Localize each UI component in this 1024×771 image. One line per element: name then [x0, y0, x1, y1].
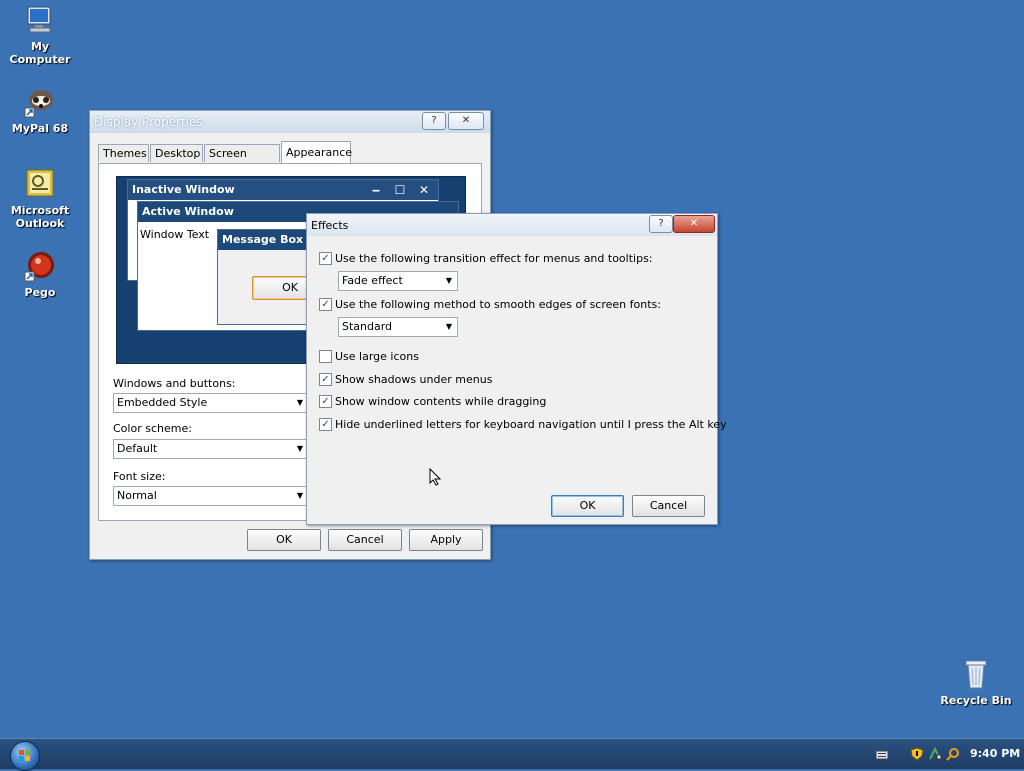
tab-desktop[interactable]: Desktop [150, 144, 203, 162]
font-size-select[interactable]: Normal ▼ [113, 486, 309, 506]
clock[interactable]: 9:40 PM [970, 747, 1020, 760]
effects-dialog[interactable]: Effects ? ✕ ✓ Use the following transiti… [306, 213, 727, 525]
color-scheme-select[interactable]: Default ▼ [113, 439, 309, 459]
security-shield-icon[interactable] [910, 747, 924, 761]
windows-buttons-select[interactable]: Embedded Style ▼ [113, 393, 309, 413]
display-apply-button[interactable]: Apply [409, 529, 483, 551]
desktop-icon-label: Recycle Bin [940, 694, 1012, 707]
font-size-value: Normal [117, 489, 157, 502]
menu-shadows-label: Show shadows under menus [335, 373, 493, 386]
computer-icon [24, 4, 56, 36]
large-icons-label: Use large icons [335, 350, 419, 363]
windows-buttons-value: Embedded Style [117, 396, 208, 409]
hide-underlines-label: Hide underlined letters for keyboard nav… [335, 418, 727, 431]
windows-logo-icon [19, 750, 30, 761]
chevron-down-icon: ▼ [445, 322, 453, 331]
checkbox-box[interactable]: ✓ [319, 418, 332, 431]
desktop-icon-pego[interactable]: Pego [0, 250, 80, 299]
display-ok-button[interactable]: OK [247, 529, 321, 551]
network-icon[interactable] [928, 747, 942, 761]
start-button[interactable] [10, 741, 40, 771]
color-scheme-label: Color scheme: [113, 422, 192, 435]
keyboard-icon[interactable] [876, 750, 888, 760]
preview-window-text: Window Text [140, 228, 210, 241]
close-icon: ✕ [418, 183, 430, 197]
checkbox-box[interactable]: ✓ [319, 373, 332, 386]
effects-cancel-button[interactable]: Cancel [632, 495, 705, 517]
checkbox-box[interactable]: ✓ [319, 252, 332, 265]
raccoon-browser-icon [24, 86, 56, 118]
help-button[interactable]: ? [649, 215, 673, 233]
maximize-icon: ☐ [394, 183, 406, 197]
preview-message-title: Message Box [222, 233, 304, 246]
preview-inactive-title: Inactive Window [132, 183, 235, 196]
font-size-label: Font size: [113, 470, 166, 483]
tab-screen-saver[interactable]: Screen Saver [204, 144, 280, 178]
system-tray: 9:40 PM [864, 739, 1024, 769]
transition-effect-select[interactable]: Fade effect ▼ [338, 271, 458, 291]
window-title: Display Properties [94, 115, 203, 129]
transition-effect-label: Use the following transition effect for … [335, 252, 653, 265]
mouse-pointer-icon [429, 468, 441, 486]
close-button[interactable]: ✕ [673, 215, 715, 233]
desktop-icon-label: MyPal 68 [11, 122, 69, 135]
effects-title: Effects [311, 219, 349, 232]
display-properties-titlebar[interactable]: Display Properties ? ✕ [90, 111, 490, 133]
help-button[interactable]: ? [422, 112, 446, 130]
chevron-down-icon: ▼ [445, 276, 453, 285]
smooth-edges-label: Use the following method to smooth edges… [335, 298, 661, 311]
checkbox-box[interactable] [319, 350, 332, 363]
smooth-edges-select[interactable]: Standard ▼ [338, 317, 458, 337]
minimize-icon: ‒ [371, 183, 381, 197]
checkbox-box[interactable]: ✓ [319, 298, 332, 311]
preview-active-title: Active Window [142, 205, 234, 218]
display-cancel-button[interactable]: Cancel [328, 529, 402, 551]
drag-contents-label: Show window contents while dragging [335, 395, 547, 408]
recycle-bin-icon [960, 658, 992, 690]
color-scheme-value: Default [117, 442, 158, 455]
checkbox-box[interactable]: ✓ [319, 395, 332, 408]
desktop-icon-outlook[interactable]: Microsoft Outlook [0, 168, 80, 230]
effects-titlebar[interactable]: Effects ? ✕ [307, 214, 717, 236]
desktop-icon-mypal[interactable]: MyPal 68 [0, 86, 80, 135]
close-button[interactable]: ✕ [448, 112, 484, 130]
taskbar: 9:40 PM [0, 738, 1024, 771]
desktop-icon-label: Microsoft Outlook [10, 204, 70, 230]
desktop-icon-label: Pego [24, 286, 56, 299]
windows-buttons-label: Windows and buttons: [113, 377, 236, 390]
outlook-icon [24, 168, 56, 200]
tab-themes[interactable]: Themes [98, 144, 149, 162]
smooth-edges-value: Standard [342, 320, 393, 333]
transition-effect-value: Fade effect [342, 274, 403, 287]
desktop-icon-label: My Computer [9, 40, 71, 66]
preview-inactive-titlebar: Inactive Window ‒ ☐ ✕ [128, 180, 438, 200]
desktop-icon-my-computer[interactable]: My Computer [0, 4, 80, 66]
tab-appearance[interactable]: Appearance [281, 141, 352, 163]
pego-icon [24, 250, 56, 282]
desktop-icon-recycle-bin[interactable]: Recycle Bin [936, 658, 1016, 707]
effects-ok-button[interactable]: OK [551, 495, 624, 517]
search-icon[interactable] [946, 747, 960, 761]
